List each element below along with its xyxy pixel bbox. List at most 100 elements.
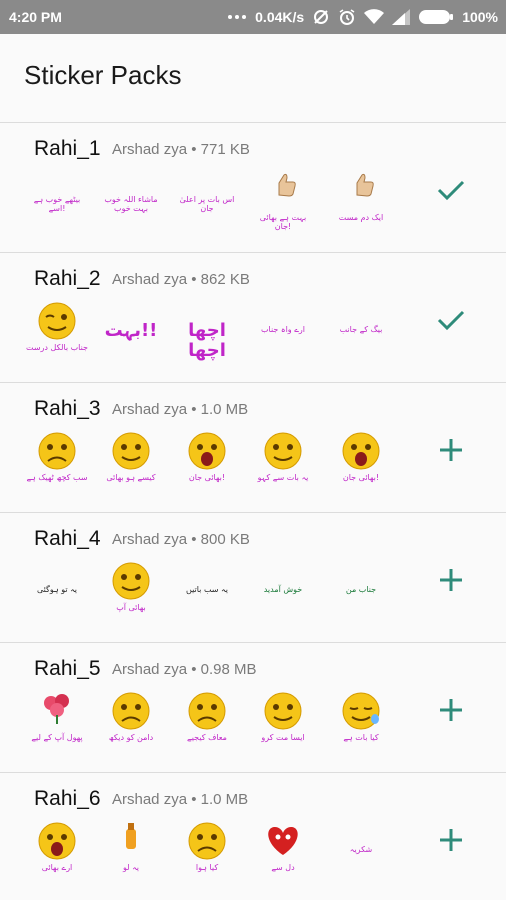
sticker-caption: جناب من <box>345 585 377 594</box>
status-icons: 0.04K/s 100% <box>227 8 498 26</box>
sticker-caption: ایک دم مست <box>338 213 384 222</box>
text-sticker: بیٹھے خوب ہے اسے! <box>24 169 90 239</box>
emoji-text-sticker: بھائی آپ <box>98 559 164 629</box>
sticker-pack-row[interactable]: Rahi_4 Arshad zya • 800 KB یہ تو ہوگئی بھائ… <box>0 512 506 642</box>
text-sticker: شکریہ <box>328 819 394 889</box>
pointing-emoji-sticker: یہ بات سے کہو <box>250 429 316 499</box>
sticker-caption: کیسے ہو بھائی <box>106 473 156 482</box>
thinking-emoji-icon <box>257 689 309 738</box>
sticker-pack-row[interactable]: Rahi_3 Arshad zya • 1.0 MB سب کچھ ٹھیک ہے ک… <box>0 382 506 512</box>
sticker-preview-strip: پھول آپ کے لیے دامن کو دیکھ معاف کیجیے ایسا… <box>24 689 400 763</box>
battery-icon <box>418 9 454 25</box>
text-sticker: جناب من <box>328 559 394 629</box>
check-icon <box>436 308 466 337</box>
shocked-emoji-icon <box>181 429 233 478</box>
sticker-caption: بہت ہے بھائی جان! <box>259 213 307 231</box>
app-bar: Sticker Packs <box>0 34 506 122</box>
sticker-caption: شکریہ <box>349 845 373 854</box>
pack-meta: Arshad zya • 800 KB <box>112 531 250 548</box>
check-icon <box>436 178 466 207</box>
plus-icon <box>438 697 464 728</box>
crying-emoji-sticker: دامن کو دیکھ <box>98 689 164 759</box>
flower-icon <box>31 689 83 730</box>
text-sticker: ماشاء اللہ خوب بہت خوب <box>98 169 164 239</box>
sticker-caption: اس بات پر اعلیٰ جان <box>179 195 235 213</box>
sticker-preview-strip: یہ تو ہوگئی بھائی آپ یہ سب باتیں خوش آمدید ج… <box>24 559 400 633</box>
add-pack-button[interactable] <box>426 557 476 607</box>
page-title: Sticker Packs <box>24 60 182 90</box>
bottle-sticker: یہ لو <box>98 819 164 889</box>
sticker-caption: دل سے <box>271 863 295 872</box>
add-pack-button[interactable] <box>426 817 476 867</box>
sticker-caption: خوش آمدید <box>263 585 303 594</box>
pack-added-button[interactable] <box>426 167 476 217</box>
text-sticker: خوش آمدید <box>250 559 316 629</box>
text-sticker: بیگ کے جانب <box>328 299 394 369</box>
sticker-caption: بیٹھے خوب ہے اسے! <box>33 195 81 213</box>
bottle-icon <box>105 819 157 860</box>
pack-size: 0.98 MB <box>200 661 257 678</box>
sticker-caption: یہ تو ہوگئی <box>36 585 78 594</box>
pack-name: Rahi_4 <box>34 527 101 550</box>
sticker-caption: دامن کو دیکھ <box>108 733 154 742</box>
status-bar: 4:20 PM 0.04K/s 100% <box>0 0 506 34</box>
worried-emoji-icon <box>181 819 233 868</box>
sticker-caption: بھائی جان! <box>342 473 380 482</box>
add-pack-button[interactable] <box>426 427 476 477</box>
shocked-emoji-sticker: بھائی جان! <box>174 429 240 499</box>
pack-name: Rahi_2 <box>34 267 101 290</box>
pack-added-button[interactable] <box>426 297 476 347</box>
sticker-pack-row[interactable]: Rahi_6 Arshad zya • 1.0 MB ارے بھائی یہ لو ک… <box>0 772 506 900</box>
status-time: 4:20 PM <box>9 9 62 25</box>
shouting-emoji-icon <box>31 819 83 868</box>
pack-author: Arshad zya <box>112 661 188 678</box>
wifi-icon <box>364 9 385 25</box>
text-sticker: اس بات پر اعلیٰ جان <box>174 169 240 239</box>
sticker-caption: یہ لو <box>122 863 140 872</box>
pack-meta: Arshad zya • 0.98 MB <box>112 661 257 678</box>
wave-emoji-icon <box>105 429 157 478</box>
alarm-icon <box>338 8 356 26</box>
thumbs-up-sticker: بہت ہے بھائی جان! <box>250 169 316 239</box>
sleepy-emoji-sticker: کیا بات ہے <box>328 689 394 759</box>
pack-name: Rahi_3 <box>34 397 101 420</box>
sad-emoji-icon <box>181 689 233 738</box>
pack-author: Arshad zya <box>112 401 188 418</box>
sticker-pack-row[interactable]: Rahi_1 Arshad zya • 771 KB بیٹھے خوب ہے اس… <box>0 122 506 252</box>
sticker-caption: بھائی آپ <box>116 603 146 612</box>
wave-emoji-sticker: کیسے ہو بھائی <box>98 429 164 499</box>
text-sticker: یہ تو ہوگئی <box>24 559 90 629</box>
meta-separator: • <box>187 271 201 288</box>
pack-author: Arshad zya <box>112 791 188 808</box>
data-saver-icon <box>312 8 330 26</box>
text-sticker: بہت!! <box>98 299 164 369</box>
shouting-emoji-sticker: ارے بھائی <box>24 819 90 889</box>
sticker-caption: بہت!! <box>104 320 158 341</box>
sticker-caption: کیا ہوا <box>195 863 219 872</box>
pack-size: 1.0 MB <box>200 791 249 808</box>
pack-name: Rahi_5 <box>34 657 101 680</box>
sticker-pack-row[interactable]: Rahi_2 Arshad zya • 862 KB جناب بالکل درست… <box>0 252 506 382</box>
sticker-preview-strip: ارے بھائی یہ لو کیا ہوا دل سے شکریہ <box>24 819 400 893</box>
emoji-text-icon <box>105 559 157 608</box>
add-pack-button[interactable] <box>426 687 476 737</box>
text-sticker: اچھا اچھا <box>174 299 240 369</box>
sticker-caption: ارے واہ جناب <box>261 325 305 334</box>
pack-author: Arshad zya <box>112 271 188 288</box>
sticker-preview-strip: سب کچھ ٹھیک ہے کیسے ہو بھائی بھائی جان! یہ … <box>24 429 400 503</box>
sticker-caption: بھائی جان! <box>188 473 226 482</box>
sticker-caption: ارے بھائی <box>41 863 73 872</box>
thumbs-up-sticker: ایک دم مست <box>328 169 394 239</box>
sticker-pack-row[interactable]: Rahi_5 Arshad zya • 0.98 MB پھول آپ کے لیے… <box>0 642 506 772</box>
pack-size: 800 KB <box>200 531 250 548</box>
network-speed: 0.04K/s <box>255 9 305 25</box>
thinking-emoji-sticker: ایسا مت کرو <box>250 689 316 759</box>
signal-icon <box>392 9 411 25</box>
text-sticker: ارے واہ جناب <box>250 299 316 369</box>
text-sticker: یہ سب باتیں <box>174 559 240 629</box>
heart-icon <box>257 819 309 864</box>
thumbs-up-icon <box>257 169 309 204</box>
wink-emoji-sticker: جناب بالکل درست <box>24 299 90 369</box>
pointing-emoji-icon <box>257 429 309 478</box>
pack-size: 771 KB <box>200 141 250 158</box>
